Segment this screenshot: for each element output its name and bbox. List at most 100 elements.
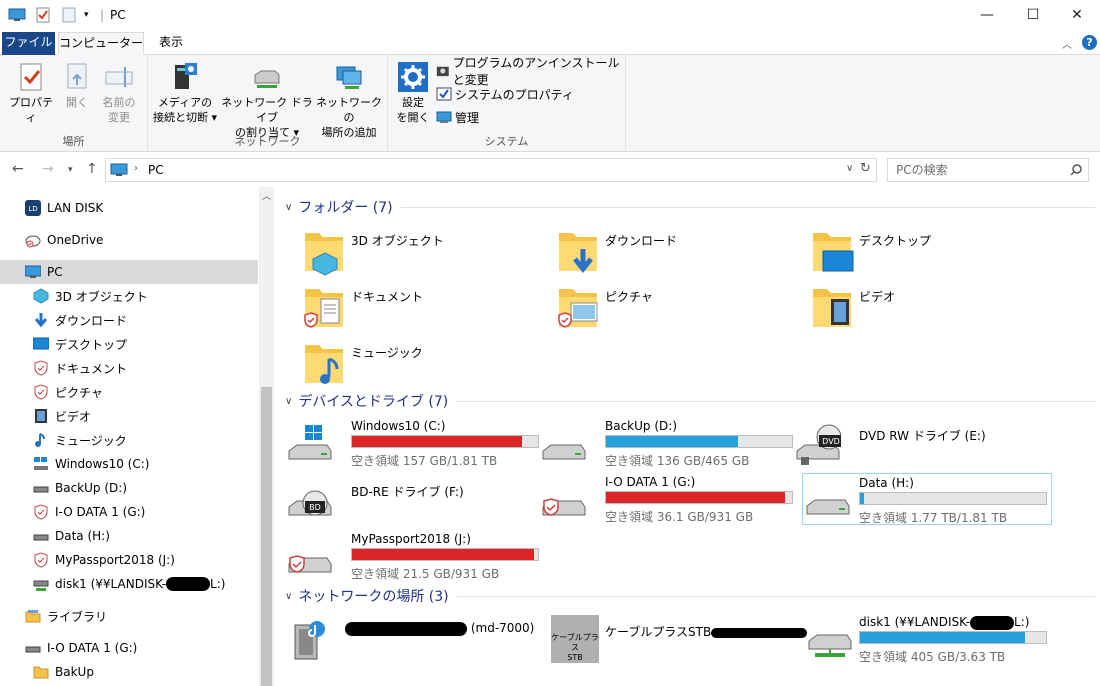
documents-folder-icon bbox=[304, 289, 343, 328]
network-item-cableplus[interactable]: ケーブルプラス STB ケーブルプラスSTB bbox=[551, 615, 811, 667]
back-arrow-icon[interactable]: ← bbox=[12, 161, 24, 177]
section-divider bbox=[400, 206, 1095, 208]
ribbon: プロパティ 開く 名前の 変更 場所 メディアの 接続と切断 ▾ ネットワーク … bbox=[0, 55, 1100, 152]
nav-item-drive-c[interactable]: Windows10 (C:) bbox=[0, 452, 258, 476]
scroll-up-icon[interactable]: ︿ bbox=[262, 189, 271, 202]
nav-item-videos[interactable]: ビデオ bbox=[0, 404, 258, 428]
address-bar[interactable]: › PC ∨ ↻ bbox=[105, 158, 877, 182]
section-header-network[interactable]: ∨ ネットワークの場所 (3) bbox=[285, 585, 1095, 607]
nav-item-drive-g[interactable]: I-O DATA 1 (G:) bbox=[0, 500, 258, 524]
nav-item-documents[interactable]: ドキュメント bbox=[0, 356, 258, 380]
minimize-button[interactable]: — bbox=[964, 0, 1010, 30]
hard-drive-icon bbox=[806, 499, 850, 515]
recent-locations-icon[interactable]: ▾ bbox=[68, 165, 73, 175]
hard-drive-icon bbox=[25, 646, 41, 653]
cableplus-stb-icon: ケーブルプラス STB bbox=[551, 615, 599, 663]
section-collapse-icon: ∨ bbox=[285, 395, 293, 407]
folder-videos[interactable]: ビデオ bbox=[811, 283, 895, 337]
nav-pane-scrollbar[interactable]: ︿ bbox=[259, 187, 274, 686]
map-network-drive-button[interactable]: ネットワーク ドライブ の割り当て ▾ bbox=[220, 61, 314, 140]
folder-name-pictures: ピクチャ bbox=[605, 290, 653, 304]
3d-objects-icon bbox=[33, 288, 49, 304]
close-button[interactable]: ✕ bbox=[1054, 0, 1100, 30]
open-settings-button[interactable]: 設定 を開く bbox=[394, 61, 432, 125]
hard-drive-icon bbox=[542, 444, 586, 460]
section-header-folders[interactable]: ∨ フォルダー (7) bbox=[285, 196, 1095, 218]
rename-button[interactable]: 名前の 変更 bbox=[96, 61, 142, 125]
tab-file[interactable]: ファイル bbox=[2, 32, 55, 55]
add-network-location-button[interactable]: ネットワークの 場所の追加 bbox=[314, 61, 384, 140]
up-arrow-icon[interactable]: ↑ bbox=[86, 161, 98, 177]
network-usage-bar-disk1 bbox=[859, 631, 1047, 644]
folder-desktop[interactable]: デスクトップ bbox=[811, 227, 931, 281]
drive-shield-icon bbox=[542, 498, 586, 516]
drive-shield-icon bbox=[34, 504, 48, 520]
drive-j[interactable]: MyPassport2018 (J:) 空き領域 21.5 GB/931 GB bbox=[285, 532, 539, 584]
landisk-icon: LD bbox=[25, 200, 41, 216]
drive-free-space-h: 空き領域 1.77 TB/1.81 TB bbox=[859, 511, 1008, 525]
nav-item-onedrive[interactable]: OneDrive bbox=[0, 228, 258, 252]
scrollbar-thumb[interactable] bbox=[261, 387, 272, 686]
customize-quick-access-icon[interactable]: ▾ bbox=[84, 7, 89, 23]
new-folder-quick-icon[interactable] bbox=[62, 7, 76, 23]
nav-item-pc[interactable]: PC bbox=[0, 260, 258, 284]
section-header-devices[interactable]: ∨ デバイスとドライブ (7) bbox=[285, 390, 1095, 412]
forward-arrow-icon[interactable]: → bbox=[42, 161, 54, 177]
nav-item-network-drive-l[interactable]: disk1 (¥¥LANDISK- L:) bbox=[0, 572, 258, 596]
video-film-icon bbox=[35, 409, 47, 423]
drive-free-space-j: 空き領域 21.5 GB/931 GB bbox=[351, 567, 500, 581]
tab-computer[interactable]: コンピューター bbox=[58, 32, 144, 55]
nav-item-libraries[interactable]: ライブラリ bbox=[0, 604, 258, 628]
help-icon[interactable]: ? bbox=[1082, 35, 1097, 50]
nav-item-drive-d[interactable]: BackUp (D:) bbox=[0, 476, 258, 500]
nav-label-videos: ビデオ bbox=[55, 409, 92, 424]
media-device-icon bbox=[294, 621, 325, 660]
address-dropdown-icon[interactable]: ∨ bbox=[846, 163, 853, 174]
drive-g[interactable]: I-O DATA 1 (G:) 空き領域 36.1 GB/931 GB bbox=[539, 475, 793, 527]
nav-item-drive-h[interactable]: Data (H:) bbox=[0, 524, 258, 548]
nav-item-drive-j[interactable]: MyPassport2018 (J:) bbox=[0, 548, 258, 572]
system-properties-button[interactable]: システムのプロパティ bbox=[436, 84, 574, 104]
navigation-pane: LD LAN DISK OneDrive PC 3D オブジェクト ダウンロード… bbox=[0, 187, 274, 686]
drive-h[interactable]: Data (H:) 空き領域 1.77 TB/1.81 TB bbox=[802, 473, 1052, 525]
nav-item-3d-objects[interactable]: 3D オブジェクト bbox=[0, 284, 258, 308]
nav-item-pictures[interactable]: ピクチャ bbox=[0, 380, 258, 404]
media-connect-button[interactable]: メディアの 接続と切断 ▾ bbox=[152, 61, 218, 125]
folder-music[interactable]: ミュージック bbox=[303, 339, 423, 393]
drive-e[interactable]: DVD DVD RW ドライブ (E:) bbox=[793, 419, 1043, 471]
nav-item-music[interactable]: ミュージック bbox=[0, 428, 258, 452]
search-input[interactable]: PCの検索 bbox=[887, 158, 1089, 182]
svg-text:DVD: DVD bbox=[822, 437, 840, 446]
breadcrumb-pc[interactable]: PC bbox=[148, 163, 164, 177]
drive-d[interactable]: BackUp (D:) 空き領域 136 GB/465 GB bbox=[539, 419, 793, 471]
refresh-icon[interactable]: ↻ bbox=[860, 161, 871, 176]
nav-item-downloads[interactable]: ダウンロード bbox=[0, 308, 258, 332]
network-item-md7000[interactable]: (md-7000) bbox=[285, 615, 535, 667]
drive-c[interactable]: Windows10 (C:) 空き領域 157 GB/1.81 TB bbox=[285, 419, 539, 471]
collapse-ribbon-icon[interactable]: ︿ bbox=[1062, 36, 1072, 51]
drive-f[interactable]: BD BD-RE ドライブ (F:) bbox=[285, 475, 535, 527]
drive-usage-bar-j bbox=[351, 548, 539, 561]
properties-button[interactable]: プロパティ bbox=[6, 61, 56, 125]
content-pane: ∨ フォルダー (7) 3D オブジェクト ダウンロード デスクトップ ドキュメ… bbox=[285, 187, 1100, 686]
network-item-disk1[interactable]: disk1 (¥¥LANDISK- L:) 空き領域 405 GB/3.63 TB bbox=[805, 615, 1075, 667]
maximize-button[interactable]: ☐ bbox=[1010, 0, 1056, 30]
folder-name-documents: ドキュメント bbox=[351, 290, 424, 304]
properties-quick-icon[interactable] bbox=[36, 7, 50, 23]
redaction-mark bbox=[711, 627, 808, 638]
nav-item-bakup[interactable]: BakUp bbox=[0, 660, 258, 684]
nav-item-io-data-g[interactable]: I-O DATA 1 (G:) bbox=[0, 636, 258, 660]
nav-item-landisk[interactable]: LD LAN DISK bbox=[0, 196, 258, 220]
folder-documents[interactable]: ドキュメント bbox=[303, 283, 423, 337]
nav-label-io-data-g: I-O DATA 1 (G:) bbox=[47, 641, 138, 655]
nav-item-desktop[interactable]: デスクトップ bbox=[0, 332, 258, 356]
settings-gear-icon bbox=[398, 62, 428, 92]
media-server-icon bbox=[175, 63, 197, 89]
manage-button[interactable]: 管理 bbox=[436, 107, 479, 127]
folder-pictures[interactable]: ピクチャ bbox=[557, 283, 653, 337]
uninstall-program-button[interactable]: プログラムのアンインストールと変更 bbox=[436, 56, 625, 87]
folder-downloads[interactable]: ダウンロード bbox=[557, 227, 677, 281]
tab-view[interactable]: 表示 bbox=[148, 32, 194, 55]
folder-3d-objects[interactable]: 3D オブジェクト bbox=[303, 227, 444, 281]
open-button[interactable]: 開く bbox=[58, 61, 96, 110]
